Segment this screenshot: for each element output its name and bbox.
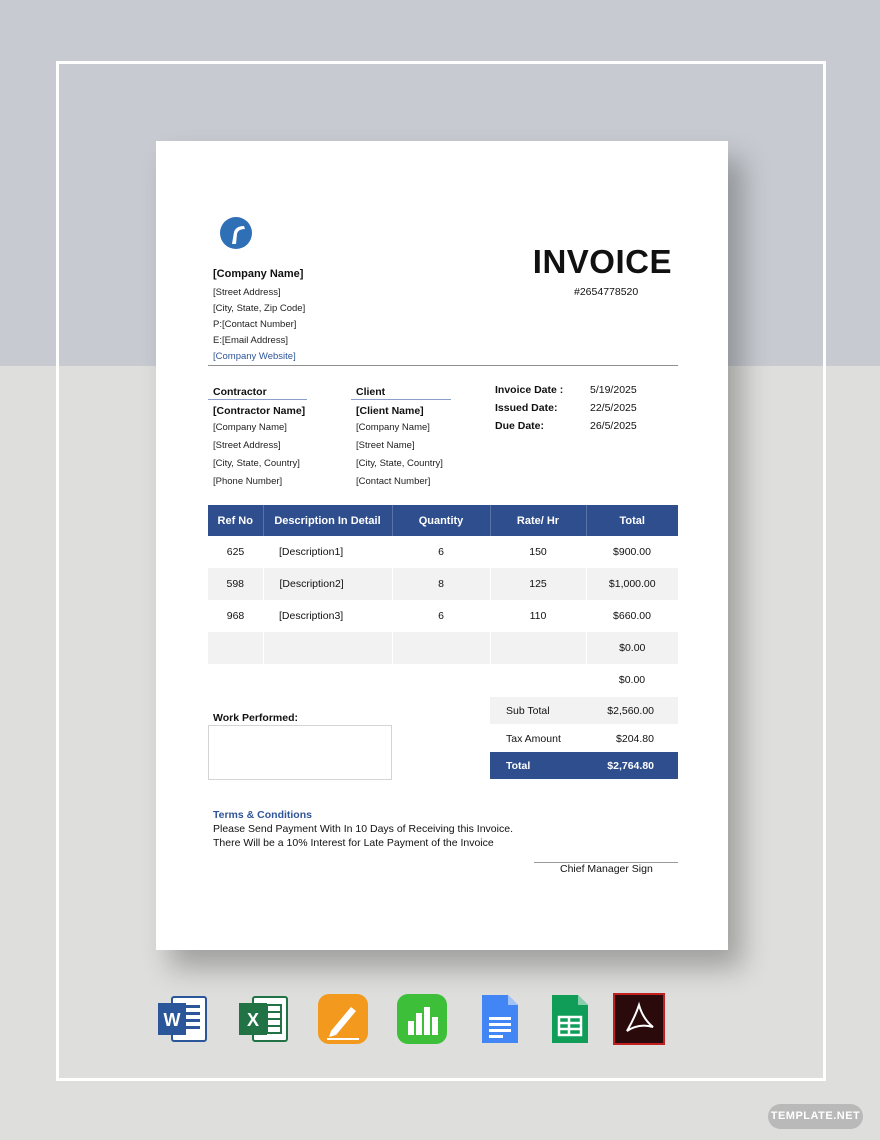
subtotal-row: Sub Total $2,560.00 <box>490 697 678 724</box>
terms-line-2: There Will be a 10% Interest for Late Pa… <box>213 837 494 849</box>
cell-total: $0.00 <box>618 674 646 686</box>
invoice-number: #2654778520 <box>574 286 639 298</box>
client-street: [Street Name] <box>356 440 415 451</box>
subtotal-label: Sub Total <box>506 705 550 717</box>
cell-quantity: 6 <box>438 610 444 622</box>
cell-rate <box>489 632 586 664</box>
cell-rate: 125 <box>489 568 586 600</box>
svg-text:X: X <box>247 1010 259 1030</box>
svg-text:W: W <box>164 1010 181 1030</box>
company-website[interactable]: [Company Website] <box>213 351 296 362</box>
company-street: [Street Address] <box>213 287 281 298</box>
signature-label: Chief Manager Sign <box>560 863 653 875</box>
tax-value: $204.80 <box>616 733 654 745</box>
cell-quantity: 6 <box>438 546 444 558</box>
company-name: [Company Name] <box>213 268 304 280</box>
word-icon[interactable]: W <box>156 993 208 1045</box>
work-performed-box[interactable] <box>208 725 392 780</box>
issued-date-value: 22/5/2025 <box>590 402 637 414</box>
cell-ref: 598 <box>208 568 263 600</box>
header-ref-no: Ref No <box>208 505 264 536</box>
company-logo-icon <box>220 217 252 249</box>
cell-rate: 110 <box>529 610 547 622</box>
contractor-street: [Street Address] <box>213 440 281 451</box>
total-row: Total $2,764.80 <box>490 752 678 779</box>
client-contact: [Contact Number] <box>356 476 431 487</box>
contractor-city: [City, State, Country] <box>213 458 300 469</box>
company-email: E:[Email Address] <box>213 335 288 346</box>
table-row: 598 [Description2] 8 125 $1,000.00 <box>208 568 678 600</box>
table-row: 625 [Description1] 6 150 $900.00 <box>208 536 678 568</box>
company-city: [City, State, Zip Code] <box>213 303 306 314</box>
table-row: $0.00 <box>208 632 678 664</box>
invoice-date-label: Invoice Date : <box>495 384 564 396</box>
contractor-company: [Company Name] <box>213 422 287 433</box>
client-name: [Client Name] <box>356 405 424 417</box>
pages-icon[interactable] <box>317 993 369 1045</box>
cell-description <box>263 664 392 696</box>
contractor-underline <box>208 399 307 400</box>
excel-icon[interactable]: X <box>237 993 289 1045</box>
invoice-page: [Company Name] [Street Address] [City, S… <box>156 141 728 950</box>
client-city: [City, State, Country] <box>356 458 443 469</box>
cell-ref <box>208 664 263 696</box>
header-divider <box>208 365 678 366</box>
total-value: $2,764.80 <box>607 760 654 772</box>
google-sheets-icon[interactable] <box>544 993 596 1045</box>
cell-description: [Description3] <box>279 610 344 622</box>
cell-description <box>262 632 392 664</box>
google-docs-icon[interactable] <box>474 993 526 1045</box>
due-date-value: 26/5/2025 <box>590 420 637 432</box>
cell-ref <box>208 632 263 664</box>
table-row: 968 [Description3] 6 110 $660.00 <box>208 600 678 632</box>
cell-quantity <box>391 632 490 664</box>
contractor-name: [Contractor Name] <box>213 405 306 417</box>
company-phone: P:[Contact Number] <box>213 319 297 330</box>
header-rate: Rate/ Hr <box>490 505 587 536</box>
client-company: [Company Name] <box>356 422 430 433</box>
cell-total: $660.00 <box>613 610 651 622</box>
cell-quantity <box>392 664 490 696</box>
header-total: Total <box>586 505 678 536</box>
contractor-phone: [Phone Number] <box>213 476 283 487</box>
invoice-title: INVOICE <box>532 243 672 280</box>
cell-total: $1,000.00 <box>585 568 678 600</box>
cell-total: $0.00 <box>585 632 678 664</box>
cell-quantity: 8 <box>391 568 490 600</box>
terms-title: Terms & Conditions <box>213 809 312 821</box>
client-heading: Client <box>356 386 386 398</box>
work-performed-label: Work Performed: <box>213 712 298 724</box>
cell-description: [Description2] <box>262 568 392 600</box>
total-label: Total <box>506 760 531 772</box>
issued-date-label: Issued Date: <box>495 402 558 414</box>
tax-row: Tax Amount $204.80 <box>490 725 678 752</box>
line-items-table: Ref No Description In Detail Quantity Ra… <box>208 505 678 696</box>
cell-description: [Description1] <box>279 546 344 558</box>
tax-label: Tax Amount <box>506 733 561 745</box>
subtotal-value: $2,560.00 <box>607 705 654 717</box>
pdf-icon[interactable] <box>613 993 665 1045</box>
contractor-heading: Contractor <box>213 386 267 398</box>
numbers-icon[interactable] <box>396 993 448 1045</box>
client-underline <box>351 399 451 400</box>
cell-total: $900.00 <box>613 546 651 558</box>
table-row: $0.00 <box>208 664 678 696</box>
terms-line-1: Please Send Payment With In 10 Days of R… <box>213 823 513 835</box>
cell-ref: 968 <box>226 610 245 622</box>
cell-rate: 150 <box>529 546 547 558</box>
header-description: Description In Detail <box>263 505 393 536</box>
due-date-label: Due Date: <box>495 420 545 432</box>
table-header-row: Ref No Description In Detail Quantity Ra… <box>208 505 678 536</box>
header-quantity: Quantity <box>392 505 491 536</box>
template-net-badge[interactable]: TEMPLATE.NET <box>768 1104 863 1129</box>
cell-ref: 625 <box>226 546 245 558</box>
invoice-date-value: 5/19/2025 <box>590 384 637 396</box>
cell-rate <box>490 664 586 696</box>
